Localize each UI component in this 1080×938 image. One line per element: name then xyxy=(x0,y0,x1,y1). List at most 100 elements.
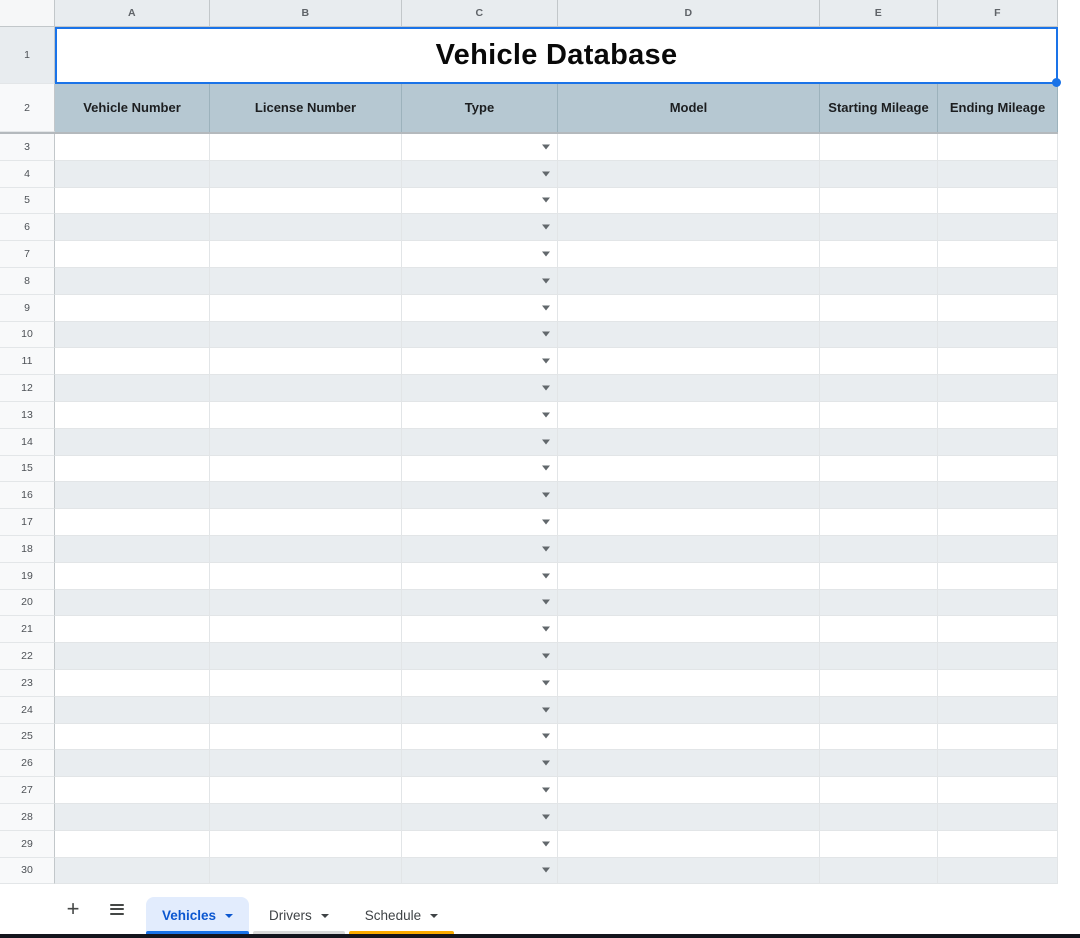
cell[interactable] xyxy=(938,268,1058,295)
cell[interactable] xyxy=(820,375,938,402)
row-header[interactable]: 2 xyxy=(0,84,55,132)
cell[interactable] xyxy=(55,697,210,724)
type-dropdown-cell[interactable] xyxy=(402,590,558,617)
cell[interactable] xyxy=(938,750,1058,777)
row-header[interactable]: 22 xyxy=(0,643,55,670)
type-dropdown-cell[interactable] xyxy=(402,804,558,831)
cell[interactable] xyxy=(820,429,938,456)
type-dropdown-cell[interactable] xyxy=(402,214,558,241)
cell[interactable] xyxy=(820,563,938,590)
cell[interactable] xyxy=(210,563,402,590)
cell[interactable] xyxy=(210,188,402,215)
cell[interactable] xyxy=(558,670,820,697)
cell[interactable] xyxy=(55,375,210,402)
dropdown-arrow-icon[interactable] xyxy=(542,412,550,417)
cell[interactable] xyxy=(820,670,938,697)
type-dropdown-cell[interactable] xyxy=(402,375,558,402)
cell[interactable] xyxy=(820,858,938,885)
cell[interactable] xyxy=(558,643,820,670)
dropdown-arrow-icon[interactable] xyxy=(542,171,550,176)
cell[interactable] xyxy=(210,670,402,697)
cell[interactable] xyxy=(938,697,1058,724)
type-dropdown-cell[interactable] xyxy=(402,697,558,724)
cell[interactable] xyxy=(558,429,820,456)
cell[interactable] xyxy=(210,482,402,509)
cell[interactable] xyxy=(210,268,402,295)
cell[interactable] xyxy=(55,161,210,188)
cell[interactable] xyxy=(820,777,938,804)
cell[interactable] xyxy=(938,188,1058,215)
cell[interactable] xyxy=(820,295,938,322)
cell[interactable] xyxy=(558,536,820,563)
header-cell-type[interactable]: Type xyxy=(402,84,558,132)
cell[interactable] xyxy=(210,536,402,563)
column-header-f[interactable]: F xyxy=(938,0,1058,27)
cell[interactable] xyxy=(820,643,938,670)
cell[interactable] xyxy=(210,456,402,483)
dropdown-arrow-icon[interactable] xyxy=(542,305,550,310)
tab-vehicles[interactable]: Vehicles xyxy=(146,897,249,934)
cell[interactable] xyxy=(820,509,938,536)
cell[interactable] xyxy=(210,590,402,617)
cell[interactable] xyxy=(820,616,938,643)
selection-fill-handle[interactable] xyxy=(1052,78,1061,87)
cell[interactable] xyxy=(55,509,210,536)
row-header[interactable]: 24 xyxy=(0,697,55,724)
row-header[interactable]: 13 xyxy=(0,402,55,429)
cell[interactable] xyxy=(938,804,1058,831)
cell[interactable] xyxy=(820,214,938,241)
row-header[interactable]: 8 xyxy=(0,268,55,295)
type-dropdown-cell[interactable] xyxy=(402,134,558,161)
dropdown-arrow-icon[interactable] xyxy=(542,359,550,364)
dropdown-arrow-icon[interactable] xyxy=(542,252,550,257)
type-dropdown-cell[interactable] xyxy=(402,858,558,885)
cell[interactable] xyxy=(55,456,210,483)
dropdown-arrow-icon[interactable] xyxy=(542,278,550,283)
cell[interactable] xyxy=(210,322,402,349)
cell[interactable] xyxy=(938,563,1058,590)
cell[interactable] xyxy=(558,322,820,349)
row-header[interactable]: 11 xyxy=(0,348,55,375)
cell[interactable] xyxy=(210,429,402,456)
type-dropdown-cell[interactable] xyxy=(402,295,558,322)
cell[interactable] xyxy=(558,241,820,268)
cell[interactable] xyxy=(210,724,402,751)
dropdown-arrow-icon[interactable] xyxy=(542,627,550,632)
cell[interactable] xyxy=(820,590,938,617)
cell[interactable] xyxy=(820,804,938,831)
cell[interactable] xyxy=(938,590,1058,617)
cell[interactable] xyxy=(558,348,820,375)
cell[interactable] xyxy=(558,563,820,590)
cell[interactable] xyxy=(55,295,210,322)
dropdown-arrow-icon[interactable] xyxy=(542,546,550,551)
dropdown-arrow-icon[interactable] xyxy=(542,654,550,659)
type-dropdown-cell[interactable] xyxy=(402,616,558,643)
dropdown-arrow-icon[interactable] xyxy=(542,493,550,498)
cell[interactable] xyxy=(558,804,820,831)
cell[interactable] xyxy=(938,831,1058,858)
tab-drivers[interactable]: Drivers xyxy=(253,897,345,934)
type-dropdown-cell[interactable] xyxy=(402,509,558,536)
cell[interactable] xyxy=(55,804,210,831)
row-header[interactable]: 19 xyxy=(0,563,55,590)
dropdown-arrow-icon[interactable] xyxy=(542,841,550,846)
row-header[interactable]: 26 xyxy=(0,750,55,777)
cell[interactable] xyxy=(210,804,402,831)
cell[interactable] xyxy=(938,616,1058,643)
cell[interactable] xyxy=(938,134,1058,161)
cell[interactable] xyxy=(558,697,820,724)
cell[interactable] xyxy=(55,429,210,456)
title-cell[interactable]: Vehicle Database xyxy=(55,27,1058,84)
row-header[interactable]: 14 xyxy=(0,429,55,456)
cell[interactable] xyxy=(558,375,820,402)
type-dropdown-cell[interactable] xyxy=(402,724,558,751)
cell[interactable] xyxy=(558,456,820,483)
cell[interactable] xyxy=(820,241,938,268)
row-header[interactable]: 3 xyxy=(0,134,55,161)
cell[interactable] xyxy=(820,322,938,349)
type-dropdown-cell[interactable] xyxy=(402,456,558,483)
type-dropdown-cell[interactable] xyxy=(402,268,558,295)
type-dropdown-cell[interactable] xyxy=(402,777,558,804)
dropdown-arrow-icon[interactable] xyxy=(542,600,550,605)
type-dropdown-cell[interactable] xyxy=(402,188,558,215)
